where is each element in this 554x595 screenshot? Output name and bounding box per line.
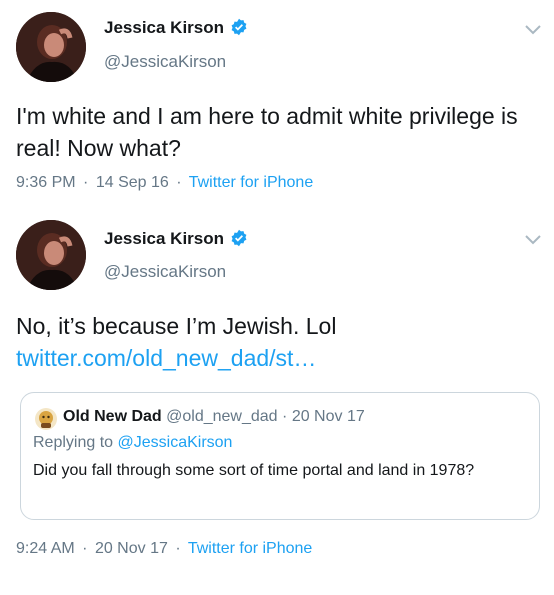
author-handle[interactable]: @JessicaKirson bbox=[104, 52, 226, 72]
quoted-date: 20 Nov 17 bbox=[291, 408, 365, 425]
chevron-down-icon[interactable] bbox=[524, 234, 542, 246]
tweet-time[interactable]: 9:24 AM bbox=[16, 540, 75, 557]
tweet-text: I'm white and I am here to admit white p… bbox=[16, 103, 518, 161]
replying-to: Replying to @JessicaKirson bbox=[33, 434, 233, 451]
tweet-1[interactable]: Jessica Kirson @JessicaKirson I'm white … bbox=[0, 0, 554, 200]
quoted-tweet[interactable]: Old New Dad @old_new_dad · 20 Nov 17 Rep… bbox=[20, 392, 540, 520]
author-name[interactable]: Jessica Kirson bbox=[104, 18, 248, 41]
replying-to-handle[interactable]: @JessicaKirson bbox=[118, 434, 233, 451]
avatar[interactable] bbox=[16, 12, 86, 82]
tweet-date[interactable]: 14 Sep 16 bbox=[96, 174, 169, 191]
tweet-app-link[interactable]: Twitter for iPhone bbox=[188, 540, 313, 557]
quoted-header: Old New Dad @old_new_dad · 20 Nov 17 bbox=[63, 408, 365, 425]
quoted-author-name[interactable]: Old New Dad bbox=[63, 408, 162, 425]
quoted-author-handle[interactable]: @old_new_dad bbox=[166, 408, 277, 425]
quoted-text: Did you fall through some sort of time p… bbox=[33, 462, 475, 479]
tweet-app-link[interactable]: Twitter for iPhone bbox=[189, 174, 314, 191]
tweet-date[interactable]: 20 Nov 17 bbox=[95, 540, 168, 557]
author-handle[interactable]: @JessicaKirson bbox=[104, 262, 226, 282]
tweet-link[interactable]: twitter.com/old_new_dad/st… bbox=[16, 345, 316, 371]
verified-badge-icon bbox=[230, 18, 248, 41]
tweet-text: No, it’s because I’m Jewish. Lol twitter… bbox=[16, 313, 337, 371]
tweet-meta: 9:24 AM · 20 Nov 17 · Twitter for iPhone bbox=[16, 540, 313, 557]
tweet-meta: 9:36 PM · 14 Sep 16 · Twitter for iPhone bbox=[16, 174, 314, 191]
quoted-avatar[interactable] bbox=[35, 408, 57, 430]
verified-badge-icon bbox=[230, 229, 248, 252]
chevron-down-icon[interactable] bbox=[524, 24, 542, 36]
avatar[interactable] bbox=[16, 220, 86, 290]
author-name[interactable]: Jessica Kirson bbox=[104, 229, 248, 252]
tweet-time[interactable]: 9:36 PM bbox=[16, 174, 76, 191]
